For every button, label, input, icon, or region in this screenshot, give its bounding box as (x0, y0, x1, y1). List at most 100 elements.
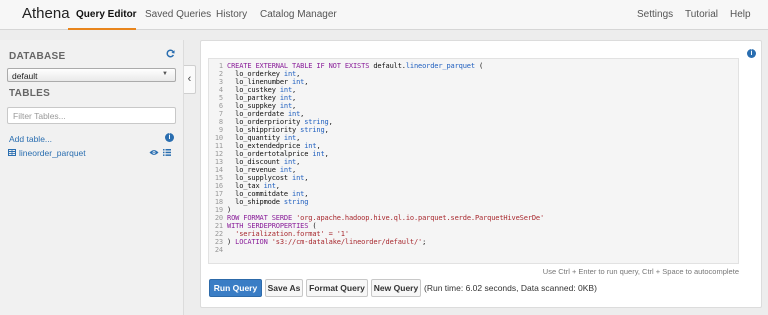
nav-tutorial[interactable]: Tutorial (685, 9, 718, 20)
code-token: lo_shipmode (227, 198, 284, 206)
code-line: 18 lo_shipmode string (213, 198, 738, 206)
code-token: ) (227, 238, 236, 246)
code-line: 10 lo_quantity int, (213, 134, 738, 142)
line-number: 17 (214, 190, 223, 198)
line-number: 1 (218, 62, 223, 70)
code-line: 11 lo_extendedprice int, (213, 142, 738, 150)
code-line: 12 lo_ordertotalprice int, (213, 150, 738, 158)
line-number: 4 (218, 86, 223, 94)
code-token: int (279, 94, 293, 102)
code-token: string (300, 126, 325, 134)
code-token: , (324, 150, 329, 158)
code-token: int (283, 70, 297, 78)
line-number: 16 (214, 182, 223, 190)
line-number: 2 (218, 70, 223, 78)
code-line: 7 lo_orderdate int, (213, 110, 738, 118)
line-number: 23 (214, 238, 223, 246)
top-nav-bar: Athena Query Editor Saved Queries Histor… (0, 0, 768, 30)
code-token: int (279, 166, 293, 174)
code-token: int (304, 142, 317, 150)
code-token: ; (422, 238, 427, 246)
code-line: 1 CREATE EXTERNAL TABLE IF NOT EXISTS def… (213, 62, 738, 70)
code-token: CREATE EXTERNAL TABLE IF NOT EXISTS (227, 62, 374, 70)
code-token: LOCATION (235, 238, 272, 246)
code-token: , (292, 166, 297, 174)
tab-catalog-manager[interactable]: Catalog Manager (260, 9, 337, 20)
code-token: int (279, 102, 293, 110)
line-number: 11 (214, 142, 223, 150)
code-line: 23) LOCATION 's3://cm-datalake/lineorder… (213, 238, 738, 246)
database-select[interactable]: default ▼ (7, 68, 176, 82)
code-token: default. (373, 62, 406, 70)
code-line: 15 lo_supplycost int, (213, 174, 738, 182)
code-token: , (296, 158, 301, 166)
save-as-button[interactable]: Save As (265, 279, 303, 297)
code-token: , (328, 118, 333, 126)
nav-help[interactable]: Help (730, 9, 751, 20)
code-line: 16 lo_tax int, (213, 182, 738, 190)
code-token: , (292, 94, 297, 102)
filter-tables-input[interactable] (7, 107, 176, 124)
info-icon[interactable]: i (747, 49, 756, 58)
table-list-item[interactable]: lineorder_parquet (8, 148, 176, 160)
code-token: int (283, 158, 297, 166)
code-token: lo_ordertotalprice (227, 150, 313, 158)
code-line: 22 'serialization.format' = '1' (213, 230, 738, 238)
refresh-icon[interactable] (166, 49, 175, 58)
add-table-link[interactable]: Add table... (9, 134, 52, 144)
code-token: , (304, 78, 309, 86)
code-line: 24 (213, 246, 738, 254)
code-token: lo_custkey (227, 86, 280, 94)
app-brand: Athena (22, 5, 70, 22)
code-token: lo_extendedprice (227, 142, 305, 150)
code-token: , (304, 174, 309, 182)
format-query-button[interactable]: Format Query (306, 279, 368, 297)
line-number: 9 (218, 126, 223, 134)
info-icon[interactable]: i (165, 133, 174, 142)
code-line: 3 lo_linenumber int, (213, 78, 738, 86)
code-token: , (296, 70, 301, 78)
code-token: lo_orderkey (227, 70, 284, 78)
nav-settings[interactable]: Settings (637, 9, 673, 20)
code-token: lo_supplycost (227, 174, 293, 182)
code-token: lo_orderpriority (227, 118, 305, 126)
chevron-down-icon: ▼ (162, 71, 168, 77)
collapse-sidebar-button[interactable]: ‹ (184, 65, 196, 94)
tab-saved-queries[interactable]: Saved Queries (145, 9, 211, 20)
code-line: 8 lo_orderpriority string, (213, 118, 738, 126)
code-token: , (316, 142, 321, 150)
code-token: , (324, 126, 329, 134)
code-token: int (292, 190, 305, 198)
tab-history[interactable]: History (216, 9, 247, 20)
code-token: , (292, 102, 297, 110)
new-query-button[interactable]: New Query (371, 279, 421, 297)
run-query-button[interactable]: Run Query (209, 279, 262, 297)
code-token: , (300, 110, 305, 118)
line-number: 8 (218, 118, 223, 126)
code-token: lo_discount (227, 158, 284, 166)
line-number: 21 (214, 222, 223, 230)
list-icon[interactable] (163, 149, 171, 156)
code-line: 14 lo_revenue int, (213, 166, 738, 174)
sql-code-editor[interactable]: 1 CREATE EXTERNAL TABLE IF NOT EXISTS def… (208, 58, 739, 264)
code-token: 'org.apache.hadoop.hive.ql.io.parquet.se… (296, 214, 545, 222)
line-number: 15 (214, 174, 223, 182)
tables-heading: TABLES (9, 88, 51, 99)
database-select-value: default (12, 71, 38, 81)
tab-query-editor[interactable]: Query Editor (76, 9, 137, 20)
code-token: WITH SERDEPROPERTIES (227, 222, 309, 230)
line-number: 13 (214, 158, 223, 166)
eye-icon[interactable] (149, 149, 159, 156)
code-token: , (304, 190, 309, 198)
code-token: lo_shippriority (227, 126, 301, 134)
code-line: 21 WITH SERDEPROPERTIES ( (213, 222, 738, 230)
code-token: int (287, 110, 301, 118)
code-token: lineorder_parquet (405, 62, 475, 70)
table-name[interactable]: lineorder_parquet (19, 148, 86, 158)
code-token: string (304, 118, 329, 126)
code-token: int (279, 86, 293, 94)
code-token: ( (474, 62, 484, 70)
line-number: 10 (214, 134, 223, 142)
table-icon (8, 149, 16, 156)
code-token: int (292, 174, 305, 182)
